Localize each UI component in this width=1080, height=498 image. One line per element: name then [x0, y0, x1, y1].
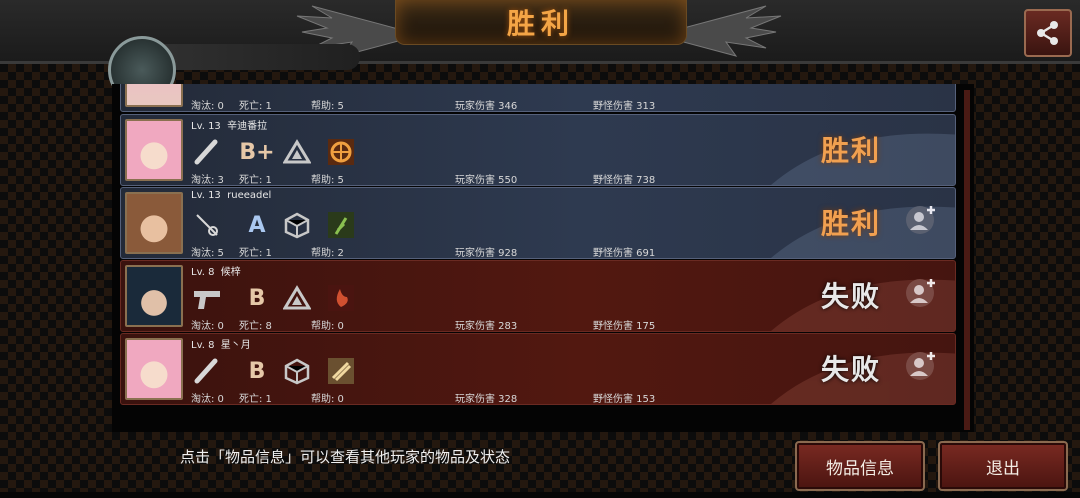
- exit-button[interactable]: 退出: [938, 441, 1068, 491]
- player-damage-stat: 玩家伤害 328: [455, 394, 518, 405]
- share-icon: [1037, 21, 1058, 45]
- scroll-item-icon: [325, 356, 357, 386]
- player-level-name: Lv. 8 候梓: [191, 267, 241, 278]
- title-banner: 胜利: [395, 0, 687, 45]
- list-scrollbar[interactable]: [964, 90, 970, 430]
- weapon-bat-icon: [191, 356, 223, 386]
- deaths-stat: 死亡: 1: [239, 175, 272, 186]
- add-friend-icon[interactable]: [905, 277, 937, 309]
- player-damage-stat: 玩家伤害 346: [455, 101, 518, 112]
- monster-damage-stat: 野怪伤害 153: [593, 394, 656, 405]
- match-result: 失败: [821, 353, 882, 386]
- flame-item-icon: [325, 283, 357, 313]
- deaths-stat: 死亡: 1: [239, 394, 272, 405]
- right-wing-decoration: [676, 5, 782, 57]
- item-info-button[interactable]: 物品信息: [795, 441, 925, 491]
- player-row[interactable]: Lv. 13 rueeadel A 淘汰: 5 死亡: 1 帮助: 2 玩家伤害…: [120, 187, 956, 259]
- weapon-rapier-icon: [191, 210, 223, 240]
- weapon-pistol-icon: [191, 283, 223, 313]
- player-portrait: [125, 265, 183, 327]
- match-result: 胜利: [821, 207, 882, 240]
- deaths-stat: 死亡: 1: [239, 248, 272, 259]
- triangle-trait-icon: [281, 283, 313, 313]
- player-damage-stat: 玩家伤害 928: [455, 248, 518, 259]
- monster-damage-stat: 野怪伤害 313: [593, 101, 656, 112]
- cube-trait-icon: [281, 356, 313, 386]
- player-row[interactable]: Lv. 13 辛迪番拉 B+ 淘汰: 3 死亡: 1 帮助: 5 玩家伤害 55…: [120, 114, 956, 186]
- kills-stat: 淘汰: 0: [191, 321, 224, 332]
- assists-stat: 帮助: 2: [311, 248, 344, 259]
- player-level-name: Lv. 13 辛迪番拉: [191, 121, 268, 132]
- player-level-name: Lv. 8 星丶月: [191, 340, 251, 351]
- player-portrait: [125, 338, 183, 400]
- assists-stat: 帮助: 0: [311, 394, 344, 405]
- player-row[interactable]: Lv. 8 候梓 B 淘汰: 0 死亡: 8 帮助: 0 玩家伤害 283 野怪…: [120, 260, 956, 332]
- player-row[interactable]: Lv. 8 星丶月 B 淘汰: 0 死亡: 1 帮助: 0 玩家伤害 328 野…: [120, 333, 956, 405]
- monster-damage-stat: 野怪伤害 738: [593, 175, 656, 186]
- kills-stat: 淘汰: 5: [191, 248, 224, 259]
- grade-badge: B+: [239, 139, 275, 165]
- assists-stat: 帮助: 0: [311, 321, 344, 332]
- player-level-name: Lv. 13 rueeadel: [191, 190, 272, 201]
- player-row[interactable]: 淘汰: 0 死亡: 1 帮助: 5 玩家伤害 346 野怪伤害 313: [120, 84, 956, 112]
- share-button[interactable]: [1024, 9, 1072, 57]
- match-result: 胜利: [821, 134, 882, 167]
- monster-damage-stat: 野怪伤害 691: [593, 248, 656, 259]
- grade-badge: A: [248, 212, 266, 238]
- add-friend-icon[interactable]: [905, 204, 937, 236]
- player-name-plate: [160, 44, 360, 70]
- kills-stat: 淘汰: 0: [191, 394, 224, 405]
- plant-item-icon: [325, 210, 357, 240]
- player-list[interactable]: 淘汰: 0 死亡: 1 帮助: 5 玩家伤害 346 野怪伤害 313 Lv. …: [112, 84, 974, 432]
- player-portrait: [125, 192, 183, 254]
- deaths-stat: 死亡: 1: [239, 101, 272, 112]
- kills-stat: 淘汰: 3: [191, 175, 224, 186]
- player-damage-stat: 玩家伤害 283: [455, 321, 518, 332]
- weapon-bat-icon: [191, 137, 223, 167]
- player-damage-stat: 玩家伤害 550: [455, 175, 518, 186]
- add-friend-icon[interactable]: [905, 350, 937, 382]
- target-item-icon: [325, 137, 357, 167]
- player-portrait: [125, 84, 183, 107]
- grade-badge: B: [248, 285, 266, 311]
- deaths-stat: 死亡: 8: [239, 321, 272, 332]
- triangle-trait-icon: [281, 137, 313, 167]
- grade-badge: B: [248, 358, 266, 384]
- player-portrait: [125, 119, 183, 181]
- assists-stat: 帮助: 5: [311, 101, 344, 112]
- kills-stat: 淘汰: 0: [191, 101, 224, 112]
- cube-trait-icon: [281, 210, 313, 240]
- match-result: 失败: [821, 280, 882, 313]
- monster-damage-stat: 野怪伤害 175: [593, 321, 656, 332]
- hint-text: 点击「物品信息」可以查看其他玩家的物品及状态: [180, 448, 511, 466]
- result-title: 胜利: [506, 7, 575, 40]
- assists-stat: 帮助: 5: [311, 175, 344, 186]
